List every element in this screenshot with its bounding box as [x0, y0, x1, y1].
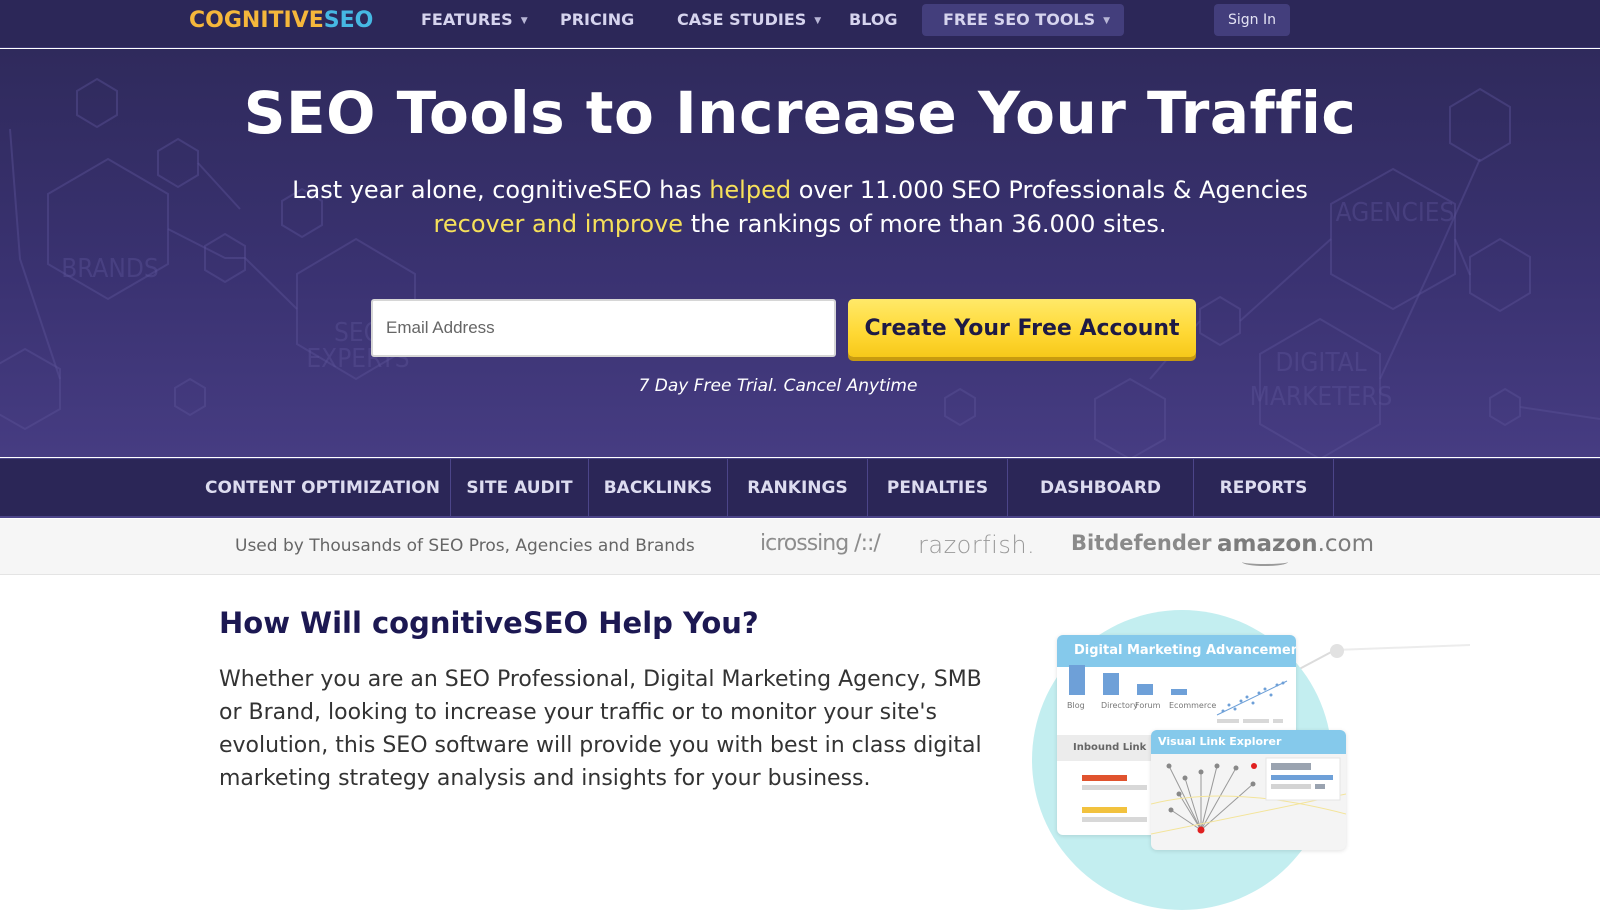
visual-link-explorer-card: Visual Link Explorer [1151, 730, 1346, 850]
section-body: Whether you are an SEO Professional, Dig… [219, 667, 982, 791]
hexagon-shape [1199, 295, 1241, 347]
mini-bar-label: Forum [1135, 701, 1161, 710]
link-graph-icon [1151, 757, 1346, 835]
mini-bar-directory [1103, 673, 1119, 695]
razorfish-logo: razorfish. [918, 531, 1036, 559]
client-logos-strip: Used by Thousands of SEO Pros, Agencies … [0, 519, 1600, 575]
red-bar-icon [1082, 775, 1127, 781]
tab-dashboard[interactable]: DASHBOARD [1008, 459, 1194, 517]
email-address-input[interactable] [371, 299, 836, 357]
hero-title: SEO Tools to Increase Your Traffic [243, 79, 1357, 147]
trust-text: Used by Thousands of SEO Pros, Agencies … [235, 536, 695, 556]
top-navbar: COGNITIVESEO FEATURES ▼ PRICING CASE STUD… [0, 0, 1600, 48]
tab-site-audit[interactable]: SITE AUDIT [451, 459, 589, 517]
hexagon-shape [1469, 237, 1531, 313]
hero-subtitle: Last year alone, cognitiveSEO has helped… [292, 176, 1308, 238]
tab-rankings[interactable]: RANKINGS [728, 459, 868, 517]
card-title: Digital Marketing Advancement [1057, 635, 1296, 667]
product-illustration: Digital Marketing Advancement Blog Direct… [1000, 590, 1600, 910]
nav-pricing[interactable]: PRICING [560, 0, 634, 40]
yellow-bar-icon [1082, 807, 1127, 813]
mini-bar-label: Directory [1101, 701, 1138, 710]
mini-bar-label: Blog [1067, 701, 1085, 710]
bitdefender-logo: Bitdefender [1071, 531, 1212, 555]
chevron-down-icon: ▼ [520, 16, 528, 26]
tab-penalties[interactable]: PENALTIES [868, 459, 1008, 517]
feature-tabs: CONTENT OPTIMIZATION SITE AUDIT BACKLINK… [0, 458, 1600, 518]
card-title: Visual Link Explorer [1151, 730, 1346, 754]
network-node-icon [1330, 644, 1344, 658]
mini-bar-forum [1137, 684, 1153, 695]
sign-in-button[interactable]: Sign In [1214, 4, 1290, 36]
section-title: How Will cognitiveSEO Help You? [219, 606, 759, 640]
create-free-account-button[interactable]: Create Your Free Account [848, 299, 1196, 357]
nav-blog[interactable]: BLOG [849, 0, 898, 40]
amazon-smile-icon [1242, 558, 1288, 566]
trial-note: 7 Day Free Trial. Cancel Anytime [638, 376, 918, 396]
nav-case-studies[interactable]: CASE STUDIES ▼ [677, 0, 821, 40]
tab-reports[interactable]: REPORTS [1194, 459, 1334, 517]
mini-bar-blog [1069, 665, 1085, 695]
inbound-link-row: Inbound Link [1057, 735, 1157, 761]
chevron-down-icon: ▼ [1103, 16, 1111, 26]
cognitiveseo-logo[interactable]: COGNITIVESEO [189, 8, 373, 33]
amazon-logo: amazon.com [1217, 531, 1375, 557]
scatter-plot-icon [1216, 680, 1288, 723]
bg-word-brands: BRANDS [61, 254, 159, 284]
hero-section: BRANDS SEO EXPERTS AGENCIES DIGITAL MARK… [0, 49, 1600, 457]
mini-bar-label: Ecommerce [1169, 701, 1217, 710]
chevron-down-icon: ▼ [814, 16, 822, 26]
tab-backlinks[interactable]: BACKLINKS [589, 459, 728, 517]
bg-word-digital: DIGITAL [1275, 348, 1366, 378]
nav-features[interactable]: FEATURES ▼ [421, 0, 528, 40]
tab-content-optimization[interactable]: CONTENT OPTIMIZATION [195, 459, 451, 517]
icrossing-logo: icrossing /::/ [760, 531, 881, 556]
mini-bar-ecommerce [1171, 689, 1187, 695]
nav-free-seo-tools[interactable]: FREE SEO TOOLS ▼ [922, 4, 1125, 36]
